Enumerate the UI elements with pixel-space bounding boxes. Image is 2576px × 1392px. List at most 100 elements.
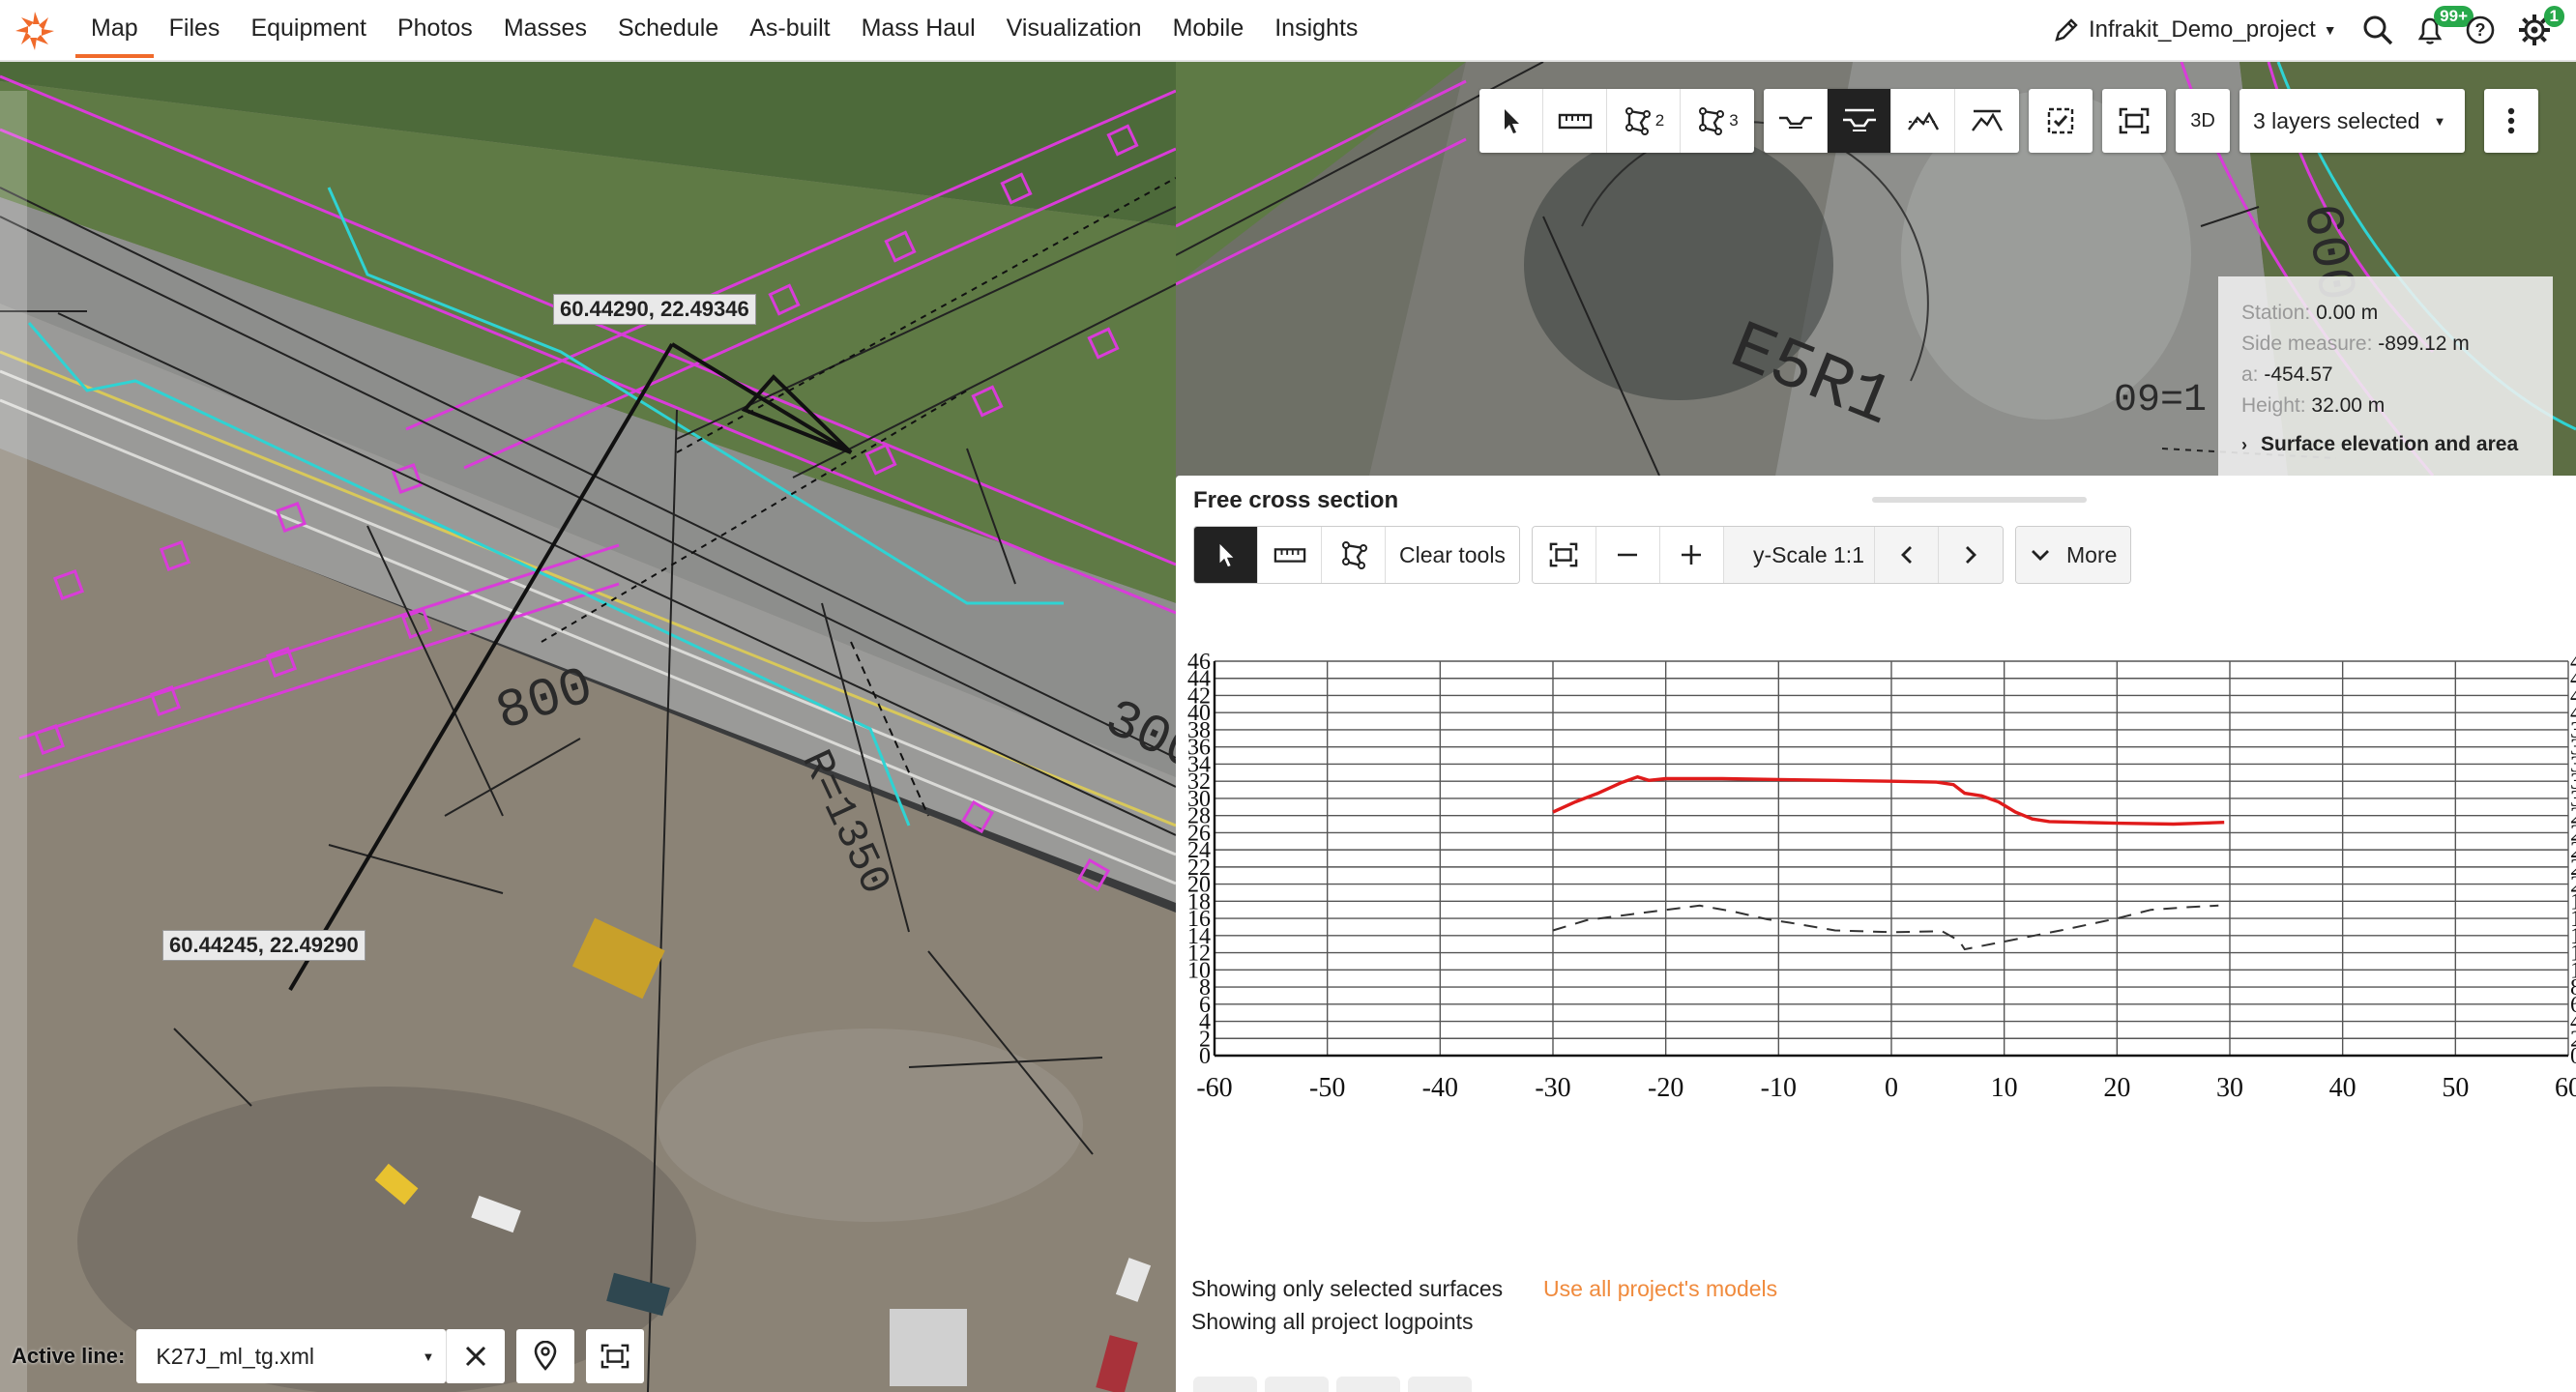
- fit-view-button[interactable]: [2102, 89, 2166, 153]
- station-value: 0.00 m: [2316, 302, 2379, 324]
- nav-map[interactable]: Map: [75, 0, 154, 58]
- infrakit-logo[interactable]: [14, 10, 56, 52]
- map-view[interactable]: 800 R=1350 300 60.44290, 22.49346 60.442…: [0, 62, 1176, 1392]
- height-value: 32.00 m: [2311, 394, 2386, 417]
- cross-section-button[interactable]: [1764, 89, 1828, 153]
- nav-photos[interactable]: Photos: [382, 0, 488, 58]
- x-tick-label: 10: [1991, 1073, 2018, 1103]
- section-tools-group: Clear tools: [1193, 526, 1520, 584]
- side-measure-row: Side measure: -899.12 m: [2241, 329, 2530, 360]
- chevron-right-icon: [1966, 546, 1976, 564]
- surface-elevation-toggle[interactable]: › Surface elevation and area: [2241, 429, 2530, 460]
- section-select-button[interactable]: [1194, 527, 1258, 583]
- draw-count-3: 3: [1729, 111, 1739, 130]
- help-button[interactable]: ?: [2462, 12, 2499, 48]
- active-line-value: K27J_ml_tg.xml: [156, 1343, 314, 1369]
- free-cross-section-icon: [1842, 108, 1876, 131]
- layers-dropdown[interactable]: 3 layers selected ▼: [2239, 89, 2466, 153]
- cross-section-chart[interactable]: 0022446688101012121414161618182020222224…: [1176, 650, 2576, 1268]
- fit-to-screen-icon: [2119, 107, 2150, 134]
- panel-bottom-tabs: [1193, 1377, 1472, 1392]
- nav-as-built[interactable]: As-built: [734, 0, 845, 58]
- nav-equipment[interactable]: Equipment: [235, 0, 382, 58]
- map-more-button[interactable]: [2484, 89, 2539, 153]
- free-cross-section-button[interactable]: [1828, 89, 1891, 153]
- x-tick-label: 50: [2442, 1073, 2469, 1103]
- draw-count-2: 2: [1654, 111, 1665, 130]
- fit-to-screen-icon: [601, 1344, 629, 1369]
- help-icon: ?: [2466, 15, 2495, 44]
- surface-profile-button[interactable]: [1955, 89, 2019, 153]
- draw-polygon-3-button[interactable]: 3: [1681, 89, 1754, 153]
- series-line-2: [1552, 904, 2219, 951]
- nav-mobile[interactable]: Mobile: [1157, 0, 1260, 58]
- zoom-out-button[interactable]: [1595, 527, 1660, 583]
- a-label: a:: [2241, 363, 2259, 386]
- bottom-tab[interactable]: [1265, 1377, 1329, 1392]
- section-fit-button[interactable]: [1532, 527, 1596, 583]
- nav-files[interactable]: Files: [154, 0, 236, 58]
- bottom-tab[interactable]: [1336, 1377, 1400, 1392]
- use-all-models-link[interactable]: Use all project's models: [1543, 1276, 1777, 1302]
- section-more-button[interactable]: More: [2016, 527, 2131, 583]
- zoom-in-button[interactable]: [1659, 527, 1724, 583]
- top-navigation-bar: Map Files Equipment Photos Masses Schedu…: [0, 0, 2576, 62]
- logpoints-status-text: Showing all project logpoints: [1191, 1309, 1474, 1334]
- measure-tools-group: 2 3: [1479, 89, 1754, 153]
- checklist-tool-group: [2029, 89, 2093, 153]
- checklist-button[interactable]: [2029, 89, 2093, 153]
- bottom-tab[interactable]: [1408, 1377, 1472, 1392]
- section-measure-button[interactable]: [1258, 527, 1322, 583]
- y-scale-label: y-Scale 1:1: [1723, 527, 1875, 583]
- height-label: Height:: [2241, 394, 2306, 417]
- cross-section-icon: [1778, 116, 1812, 129]
- more-group: More: [2015, 526, 2132, 584]
- chevron-right-icon: ›: [2241, 435, 2247, 454]
- nav-schedule[interactable]: Schedule: [602, 0, 734, 58]
- surface-profile-icon: [1972, 109, 2004, 131]
- cursor-icon: [1504, 109, 1519, 133]
- cross-section-panel: Free cross section Clear tools y-Scale 1…: [1176, 476, 2576, 1392]
- section-tools-group: [1764, 89, 2019, 153]
- locate-line-button[interactable]: [516, 1329, 575, 1383]
- section-draw-button[interactable]: [1322, 527, 1386, 583]
- kebab-menu-icon: [2508, 107, 2515, 134]
- active-line-control: Active line: K27J_ml_tg.xml ▼: [0, 1324, 645, 1388]
- select-tool-button[interactable]: [1479, 89, 1543, 153]
- notifications-button[interactable]: 99+: [2412, 6, 2474, 48]
- y-scale-increase-button[interactable]: [1939, 527, 2003, 583]
- nav-visualization[interactable]: Visualization: [991, 0, 1157, 58]
- fit-to-screen-icon: [1550, 542, 1578, 567]
- minus-icon: [1618, 553, 1638, 557]
- active-line-select[interactable]: K27J_ml_tg.xml ▼: [136, 1329, 447, 1383]
- zoom-to-line-button[interactable]: [586, 1329, 645, 1383]
- draw-polygon-2-button[interactable]: 2: [1607, 89, 1681, 153]
- nav-mass-haul[interactable]: Mass Haul: [846, 0, 991, 58]
- checklist-icon: [2047, 107, 2074, 134]
- layers-label: 3 layers selected: [2253, 107, 2420, 133]
- panel-drag-handle[interactable]: [1872, 497, 2087, 503]
- longitudinal-section-button[interactable]: [1891, 89, 1955, 153]
- search-button[interactable]: [2359, 12, 2396, 48]
- a-row: a: -454.57: [2241, 360, 2530, 391]
- nav-insights[interactable]: Insights: [1259, 0, 1373, 58]
- project-selector[interactable]: Infrakit_Demo_project ▼: [2052, 12, 2337, 48]
- settings-button[interactable]: 1: [2516, 6, 2564, 48]
- clear-tools-button[interactable]: Clear tools: [1386, 527, 1519, 583]
- clear-active-line-button[interactable]: [446, 1329, 506, 1383]
- nav-masses[interactable]: Masses: [488, 0, 602, 58]
- panel-title: Free cross section: [1193, 487, 1399, 513]
- more-label: More: [2066, 541, 2118, 567]
- measure-distance-button[interactable]: [1543, 89, 1607, 153]
- 3d-toggle-button[interactable]: 3D: [2176, 89, 2230, 153]
- x-tick-label: -60: [1196, 1073, 1232, 1103]
- svg-text:?: ?: [2475, 20, 2486, 40]
- x-tick-label: -50: [1309, 1073, 1345, 1103]
- x-tick-label: -30: [1535, 1073, 1570, 1103]
- side-measure-value: -899.12 m: [2378, 333, 2470, 355]
- ruler-icon: [1558, 113, 1592, 130]
- y-scale-decrease-button[interactable]: [1875, 527, 1939, 583]
- bottom-tab[interactable]: [1193, 1377, 1257, 1392]
- x-tick-label: 60: [2555, 1073, 2576, 1103]
- x-tick-label: 0: [1885, 1073, 1898, 1103]
